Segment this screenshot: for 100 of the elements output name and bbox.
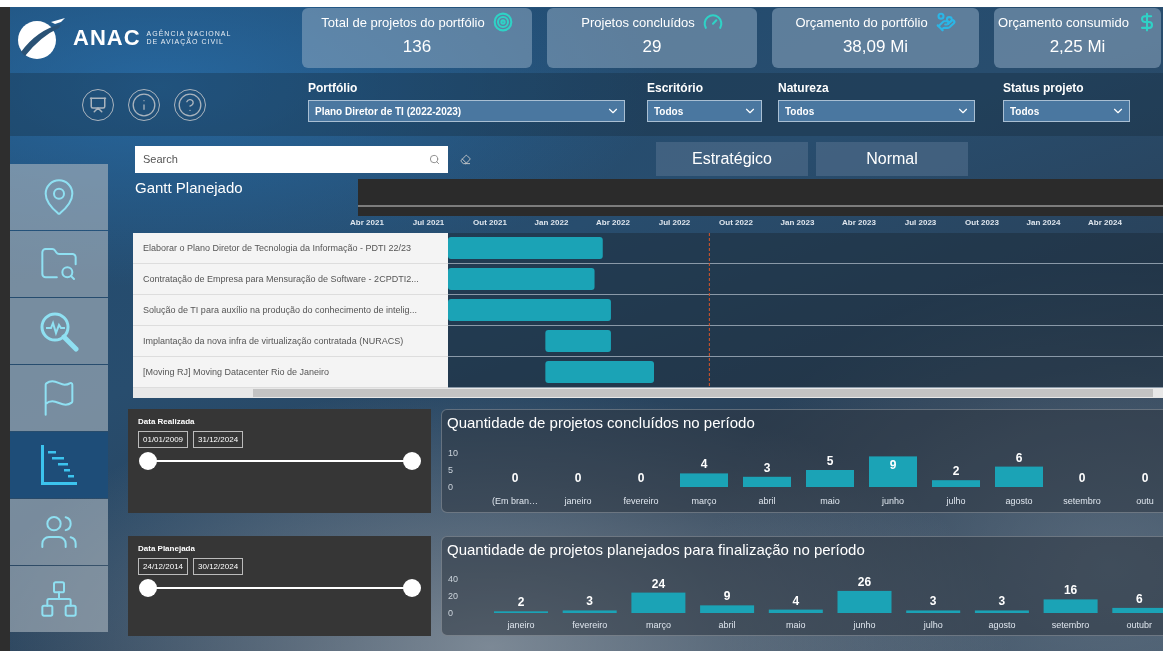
kpi-label: Projetos concluídos: [581, 14, 695, 30]
value-label: 4: [792, 593, 800, 608]
nav-item[interactable]: [10, 231, 108, 297]
category-label: junho: [882, 496, 904, 506]
slider-label: Data Realizada: [138, 417, 196, 426]
range-slider[interactable]: [139, 452, 421, 470]
filter-dropdown[interactable]: Plano Diretor de TI (2022-2023): [308, 100, 625, 122]
target-icon: [492, 12, 513, 32]
kpi-value: 29: [642, 37, 662, 57]
slider-handle[interactable]: [139, 452, 157, 470]
value-label: 6: [1015, 450, 1023, 465]
filter-dropdown[interactable]: Todos: [647, 100, 762, 122]
category-label: maio: [786, 620, 806, 630]
kpi-label: Total de projetos do portfólio: [321, 14, 485, 30]
start-date-field[interactable]: 24/12/2014: [138, 558, 189, 575]
value-label: 0: [637, 471, 645, 485]
slider-label: Data Planejada: [138, 544, 196, 553]
kpi-value: 38,09 Mi: [842, 37, 909, 57]
category-label: julho: [946, 496, 966, 506]
hierarchy-icon: [39, 579, 79, 619]
chart-title: Quantidade de projetos concluídos no período: [446, 413, 756, 431]
category-label: (Em bran…: [492, 496, 538, 506]
gauge-icon: [702, 12, 723, 32]
category-label: agosto: [988, 620, 1016, 630]
filter-label: Natureza: [778, 81, 830, 95]
pulse-search-icon: [38, 310, 80, 352]
gantt-chart-icon: [39, 443, 79, 487]
timeline-tick-label: Out 2022: [719, 218, 753, 227]
slider-handle[interactable]: [403, 452, 421, 470]
timeline-tick-label: Jan 2022: [534, 218, 569, 227]
filter-dropdown[interactable]: Todos: [1003, 100, 1130, 122]
filter-label: Status projeto: [1003, 81, 1085, 95]
value-label: 26: [857, 574, 872, 589]
value-label: 2: [517, 595, 525, 610]
bar: [768, 609, 823, 613]
value-label: 9: [889, 458, 897, 473]
category-label: outu: [1136, 496, 1154, 506]
kpi-label: Orçamento consumido: [998, 14, 1129, 30]
value-label: 5: [826, 454, 834, 468]
nav-item[interactable]: [10, 432, 108, 498]
hand-coins-icon: [935, 12, 956, 32]
value-label: 3: [929, 594, 937, 609]
timeline-tick-label: Jul 2023: [904, 218, 937, 227]
bar: [974, 610, 1029, 613]
y-tick-label: 0: [448, 482, 453, 492]
y-tick-label: 10: [448, 448, 458, 458]
y-tick-label: 40: [448, 574, 458, 584]
logo-name: ANAC: [73, 25, 141, 51]
tab[interactable]: Normal: [816, 142, 968, 176]
scrollbar-thumb[interactable]: [253, 389, 1153, 397]
category-label: janeiro: [507, 620, 535, 630]
bar: [995, 466, 1043, 487]
slider-handle[interactable]: [139, 579, 157, 597]
tab[interactable]: Estratégico: [656, 142, 808, 176]
filter-dropdown[interactable]: Todos: [778, 100, 975, 122]
search-icon: [429, 153, 440, 165]
value-label: 3: [998, 594, 1006, 609]
bar: [680, 473, 728, 487]
timeline-tick-label: Jan 2023: [780, 218, 815, 227]
range-slider[interactable]: [139, 579, 421, 597]
y-tick-label: 5: [448, 465, 453, 475]
category-label: setembro: [1063, 496, 1101, 506]
timeline-tick-label: Jul 2021: [412, 218, 445, 227]
category-label: fevereiro: [572, 620, 608, 630]
timeline-tick-label: Abr 2022: [596, 218, 630, 227]
value-label: 0: [1078, 471, 1086, 485]
category-label: janeiro: [564, 496, 592, 506]
category-label: outubr: [1126, 620, 1153, 630]
category-label: setembro: [1051, 620, 1090, 630]
task-label: Elaborar o Plano Diretor de Tecnologia da Informação - PDTI 22/23: [133, 233, 448, 264]
bar: [806, 470, 854, 487]
nav-item[interactable]: [10, 499, 108, 565]
category-label: março: [691, 496, 717, 506]
category-label: fevereiro: [623, 496, 659, 506]
value-label: 3: [763, 460, 771, 475]
value-label: 2: [952, 464, 960, 479]
nav-item[interactable]: [10, 566, 108, 632]
kpi-label: Orçamento do portfólio: [795, 14, 928, 30]
timeline-tick-label: Abr 2024: [1088, 218, 1122, 227]
timeline-tick-label: Abr 2023: [842, 218, 876, 227]
task-label: Implantação da nova infra de virtualização contratada (NURACS): [133, 326, 448, 357]
airplane-logo-icon: [15, 16, 67, 60]
slider-handle[interactable]: [403, 579, 421, 597]
bar: [700, 605, 755, 613]
kpi-value: 2,25 Mi: [1049, 37, 1106, 57]
value-label: 16: [1063, 583, 1078, 598]
eraser-icon[interactable]: [460, 153, 471, 165]
search-field[interactable]: Search: [135, 145, 448, 173]
category-label: abril: [718, 620, 736, 630]
category-label: abril: [758, 496, 776, 506]
bar: [932, 480, 980, 487]
start-date-field[interactable]: 01/01/2009: [138, 431, 189, 448]
end-date-field[interactable]: 31/12/2024: [193, 431, 244, 448]
category-label: agosto: [1005, 496, 1033, 506]
nav-item[interactable]: [10, 298, 108, 364]
task-label: Solução de TI para auxílio na produção do conhecimento de intelig...: [133, 295, 448, 326]
value-label: 3: [586, 594, 594, 609]
filter-label: Portfólio: [308, 81, 359, 95]
end-date-field[interactable]: 30/12/2024: [193, 558, 244, 575]
nav-item[interactable]: [10, 164, 108, 230]
